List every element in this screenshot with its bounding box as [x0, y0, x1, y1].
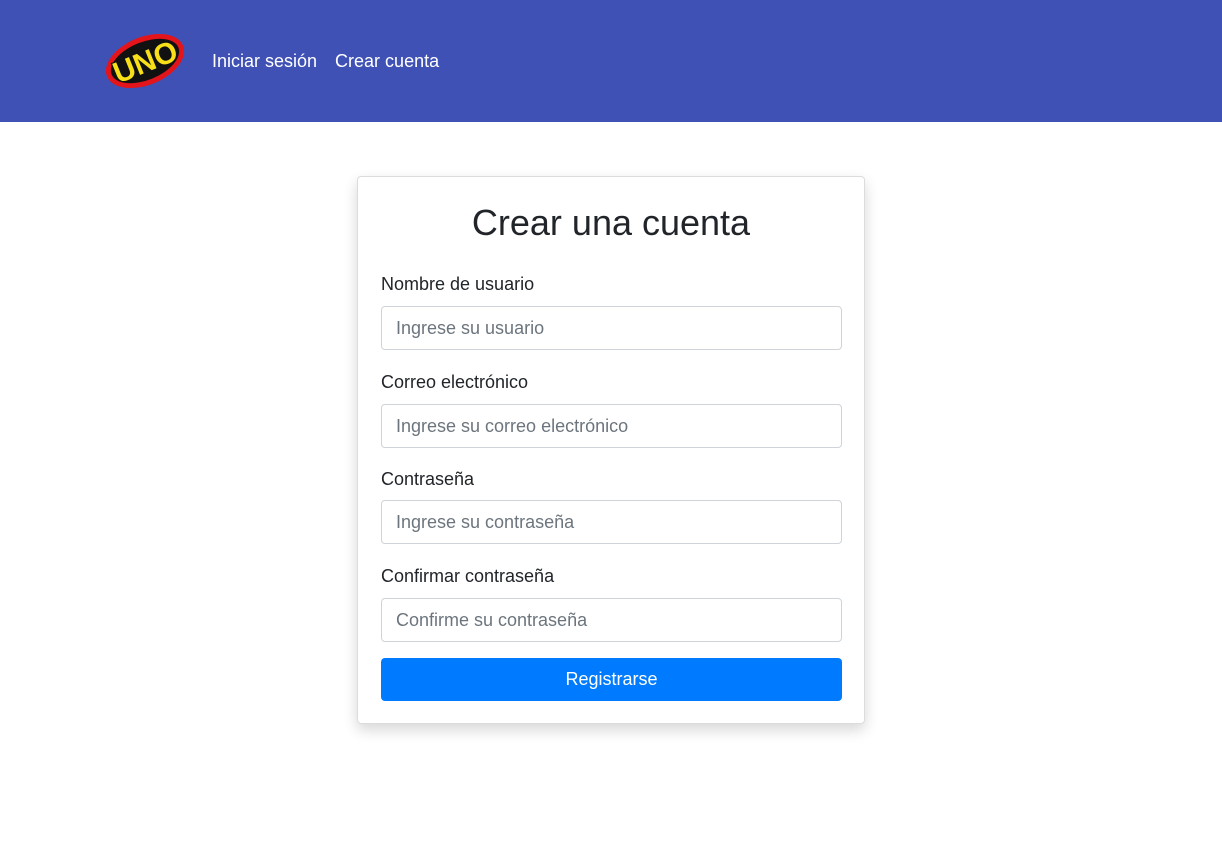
register-button[interactable]: Registrarse	[381, 658, 842, 701]
nav-links: Iniciar sesión Crear cuenta	[212, 50, 439, 72]
password-label: Contraseña	[381, 469, 475, 489]
nav-link-crear-cuenta[interactable]: Crear cuenta	[335, 50, 439, 72]
register-card: Crear una cuenta Nombre de usuario Corre…	[357, 176, 865, 724]
email-label: Correo electrónico	[381, 372, 529, 392]
page-title: Crear una cuenta	[471, 202, 751, 243]
password-input[interactable]	[381, 500, 842, 544]
uno-logo[interactable]: UNO	[102, 30, 188, 92]
confirm-password-input[interactable]	[381, 598, 842, 642]
confirm-password-label: Confirmar contraseña	[381, 566, 555, 586]
navbar: UNO Iniciar sesión Crear cuenta	[0, 0, 1222, 122]
username-input[interactable]	[381, 306, 842, 350]
username-label: Nombre de usuario	[381, 274, 535, 294]
nav-link-iniciar-sesion[interactable]: Iniciar sesión	[212, 50, 317, 72]
email-input[interactable]	[381, 404, 842, 448]
